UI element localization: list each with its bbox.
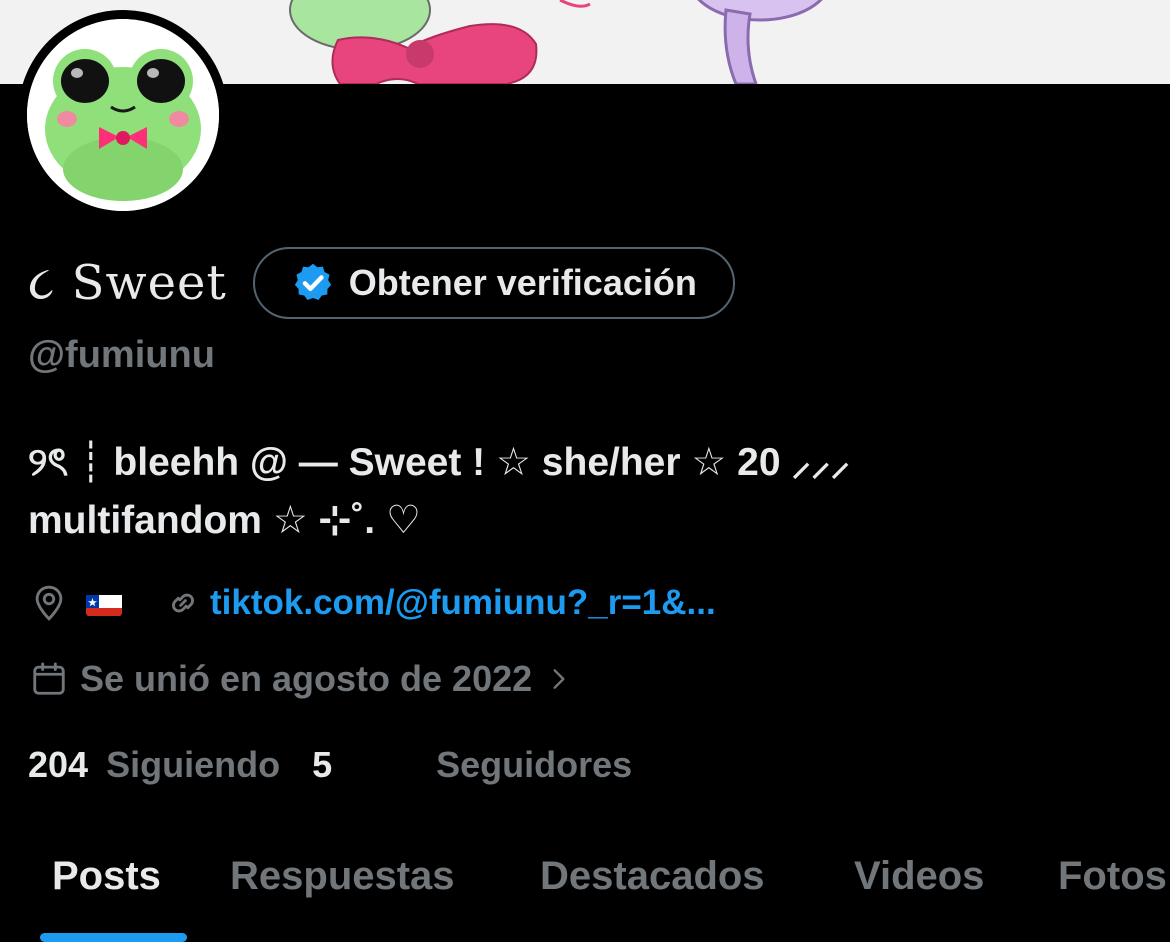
tab-highlights[interactable]: Destacados — [540, 854, 765, 899]
verified-badge-icon — [294, 263, 331, 301]
profile-name-row: ૮ Sweet Obtener verificación — [28, 246, 735, 320]
tab-posts[interactable]: Posts — [52, 854, 161, 899]
profile-avatar[interactable] — [18, 10, 228, 220]
following-count: 204 — [28, 744, 89, 785]
chevron-right-icon — [553, 669, 565, 689]
profile-link-text[interactable]: tiktok.com/@fumiunu?_r=1&... — [210, 583, 716, 623]
bio-line-1: ୨ৎ ┊ bleehh @ — Sweet ! ☆ she/her ☆ 20 ⸝… — [28, 441, 850, 484]
profile-tabs: Posts Respuestas Destacados Videos Fotos — [0, 840, 1170, 942]
frog-plush-avatar-image — [27, 19, 219, 211]
tab-videos[interactable]: Videos — [854, 854, 984, 899]
chile-flag — [86, 590, 122, 616]
active-tab-indicator — [40, 933, 187, 942]
follow-stats-row: 204 Siguiendo 5 Seguidores — [28, 740, 632, 790]
profile-link[interactable]: tiktok.com/@fumiunu?_r=1&... — [164, 583, 716, 623]
followers-label: Seguidores — [436, 744, 633, 785]
tab-replies[interactable]: Respuestas — [230, 854, 455, 899]
profile-meta-row: tiktok.com/@fumiunu?_r=1&... — [30, 578, 716, 628]
location-item — [30, 583, 122, 623]
following-label: Siguiendo — [106, 744, 281, 785]
get-verified-button[interactable]: Obtener verificación — [252, 247, 735, 319]
bio-line-2: multifandom ☆ ⊹˚. ♡ — [28, 499, 421, 542]
tab-photos[interactable]: Fotos — [1058, 854, 1167, 899]
followers-count: 5 — [312, 744, 333, 785]
following-stat[interactable]: 204 Siguiendo — [28, 744, 280, 786]
profile-bio: ୨ৎ ┊ bleehh @ — Sweet ! ☆ she/her ☆ 20 ⸝… — [28, 434, 1138, 550]
joined-date-text: Se unió en agosto de 2022 — [80, 658, 533, 699]
followers-stat[interactable]: 5 Seguidores — [312, 744, 632, 786]
joined-date-row[interactable]: Se unió en agosto de 2022 — [30, 654, 572, 704]
link-icon — [172, 593, 194, 613]
get-verified-label: Obtener verificación — [348, 262, 697, 303]
location-pin-icon — [35, 585, 63, 621]
calendar-icon — [33, 662, 65, 695]
profile-handle: @fumiunu — [28, 334, 215, 376]
display-name: ૮ Sweet — [28, 254, 227, 311]
